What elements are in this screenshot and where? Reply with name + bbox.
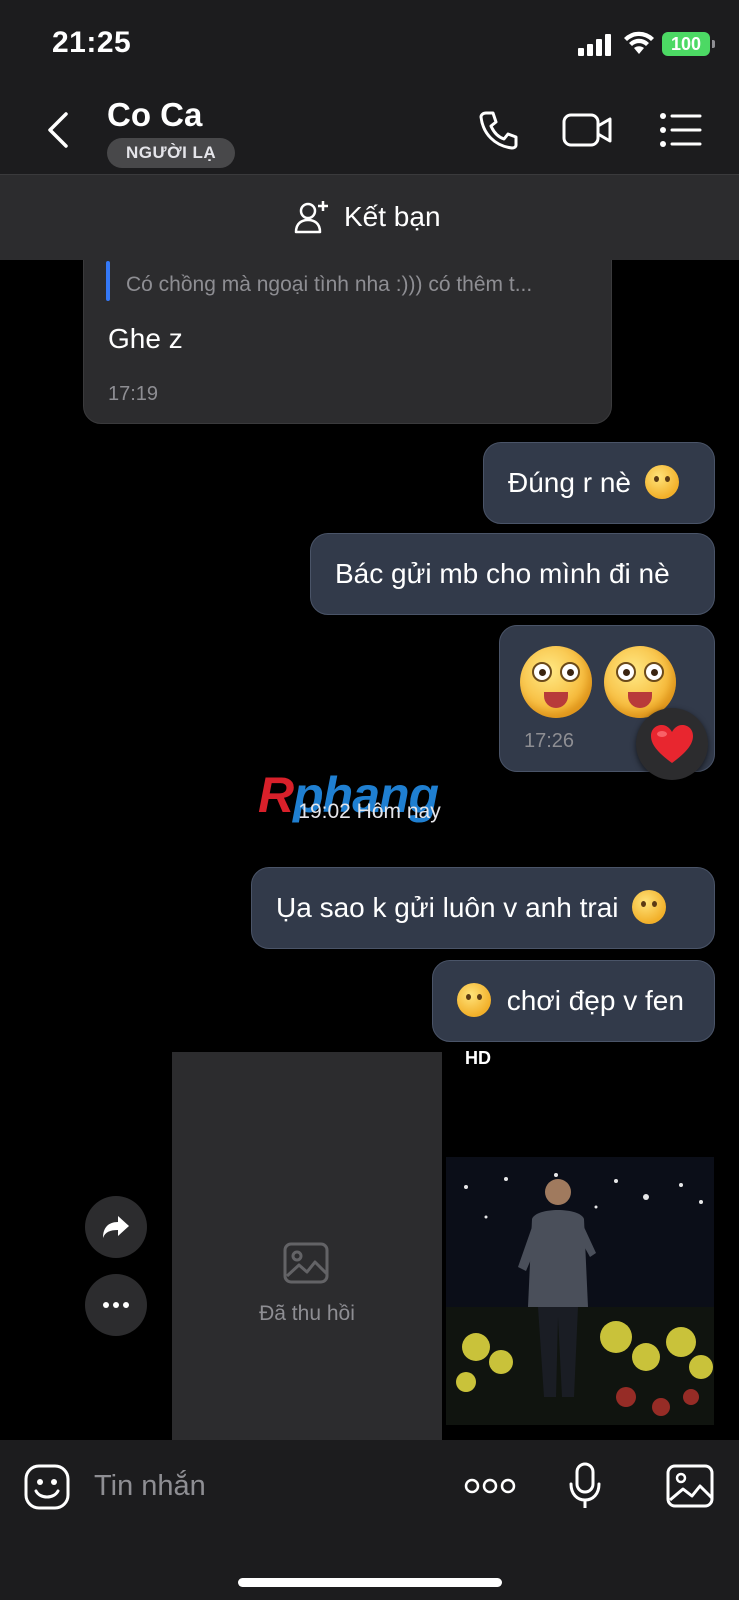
hd-badge: HD xyxy=(465,1048,491,1068)
photo-message[interactable] xyxy=(446,1157,714,1425)
message-text: Ụa sao k gửi luôn v anh trai xyxy=(276,892,619,923)
message-time: 17:26 xyxy=(524,730,575,752)
video-call-icon[interactable] xyxy=(562,110,614,150)
recalled-label: Đã thu hồi xyxy=(259,1302,355,1325)
sticker-icon[interactable] xyxy=(24,1464,70,1510)
cellular-signal-icon xyxy=(578,34,614,56)
message-text: chơi đẹp v fen xyxy=(506,985,684,1016)
date-separator: 19:02 Hôm nay xyxy=(298,800,441,823)
outgoing-message[interactable]: Bác gửi mb cho mình đi nè xyxy=(310,533,715,615)
message-text: Ghe z xyxy=(108,323,183,354)
recalled-message[interactable]: Đã thu hồi xyxy=(172,1052,442,1440)
share-arrow-icon xyxy=(103,1216,129,1238)
contact-name[interactable]: Co Ca xyxy=(107,96,202,134)
microphone-icon[interactable] xyxy=(568,1462,602,1510)
shushing-face-icon xyxy=(644,464,679,499)
add-person-icon xyxy=(294,201,328,234)
outgoing-message[interactable]: chơi đẹp v fen xyxy=(432,960,715,1042)
message-list[interactable]: Có chồng mà ngoại tình nha :))) có thêm … xyxy=(0,260,739,1440)
thinking-face-icon xyxy=(632,889,667,924)
add-friend-bar[interactable]: Kết bạn xyxy=(0,174,739,260)
more-options-button[interactable] xyxy=(85,1274,147,1336)
home-indicator[interactable] xyxy=(238,1578,502,1587)
status-bar: 21:25 100 xyxy=(0,0,739,88)
share-button[interactable] xyxy=(85,1196,147,1258)
quote-bar xyxy=(106,261,110,301)
add-friend-label: Kết bạn xyxy=(344,201,441,232)
status-time: 21:25 xyxy=(52,26,132,59)
menu-list-icon[interactable] xyxy=(658,110,702,150)
back-icon[interactable] xyxy=(40,110,76,150)
more-icon[interactable] xyxy=(464,1478,516,1494)
image-placeholder-icon xyxy=(283,1242,329,1284)
message-text: Bác gửi mb cho mình đi nè xyxy=(335,558,670,589)
phone-icon[interactable] xyxy=(476,108,520,152)
ellipsis-icon xyxy=(103,1302,129,1308)
drooling-face-icon xyxy=(604,646,676,718)
heart-icon xyxy=(651,725,693,763)
outgoing-message[interactable]: Ụa sao k gửi luôn v anh trai xyxy=(251,867,715,949)
incoming-message[interactable]: Có chồng mà ngoại tình nha :))) có thêm … xyxy=(83,260,612,424)
heart-reaction[interactable] xyxy=(636,708,708,780)
stranger-badge: NGƯỜI LẠ xyxy=(107,138,236,168)
message-composer: Tin nhắn xyxy=(0,1440,739,1600)
message-time: 17:19 xyxy=(108,383,159,405)
outgoing-message[interactable]: Đúng r nè xyxy=(483,442,715,524)
battery-indicator: 100 xyxy=(662,32,715,56)
chat-header: Co Ca NGƯỜI LẠ xyxy=(0,88,739,174)
photo-thumbnail xyxy=(446,1157,714,1425)
add-friend-button[interactable]: Kết bạn xyxy=(294,197,441,237)
message-input[interactable]: Tin nhắn xyxy=(94,1470,206,1503)
smiling-face-icon xyxy=(457,982,491,1017)
message-text: Đúng r nè xyxy=(508,467,631,498)
drooling-face-icon xyxy=(520,646,592,718)
wifi-icon xyxy=(624,31,654,54)
quoted-message[interactable]: Có chồng mà ngoại tình nha :))) có thêm … xyxy=(126,273,532,297)
image-icon[interactable] xyxy=(666,1464,714,1508)
